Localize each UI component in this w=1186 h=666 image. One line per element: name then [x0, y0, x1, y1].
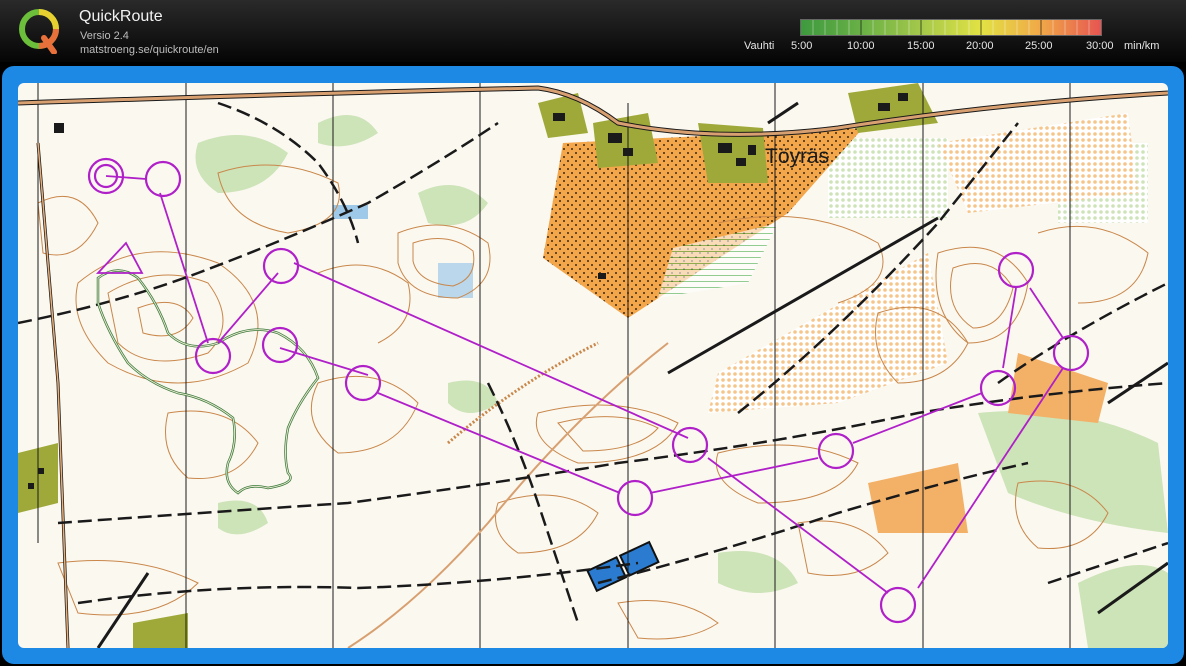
- pace-tick-5: 25:00: [1025, 40, 1053, 52]
- quickroute-logo: [19, 9, 59, 54]
- pace-tick-2: 10:00: [847, 40, 875, 52]
- pace-unit: min/km: [1124, 40, 1160, 52]
- control-circle[interactable]: [817, 432, 855, 470]
- control-circle[interactable]: [616, 479, 654, 517]
- green-dotted-area: [828, 138, 948, 218]
- map-canvas: [18, 83, 1168, 648]
- control-circle[interactable]: [879, 586, 917, 624]
- control-circle[interactable]: [671, 426, 709, 464]
- top-bar: QuickRoute Versio 2.4 matstroeng.se/quic…: [0, 0, 1186, 62]
- app-url[interactable]: matstroeng.se/quickroute/en: [80, 44, 219, 56]
- control-circle[interactable]: [344, 364, 382, 402]
- control-circle[interactable]: [144, 160, 182, 198]
- control-circle[interactable]: [997, 251, 1035, 289]
- gps-route: [96, 269, 320, 495]
- pace-tick-1: 5:00: [791, 40, 813, 52]
- app-title: QuickRoute: [79, 8, 163, 25]
- pace-tick-3: 15:00: [907, 40, 935, 52]
- rough-open-land: [868, 463, 968, 533]
- control-circle[interactable]: [1052, 334, 1090, 372]
- place-name-label: Töyräs: [765, 145, 830, 168]
- start-triangle: [95, 241, 144, 274]
- pace-color-scale: [800, 19, 1102, 36]
- pace-label: Vauhti: [744, 40, 775, 52]
- pace-tick-4: 20:00: [966, 40, 994, 52]
- pace-tick-6: 30:00: [1086, 40, 1114, 52]
- app-version: Versio 2.4: [80, 30, 129, 42]
- control-circle[interactable]: [262, 247, 300, 285]
- orienteering-map[interactable]: Töyräs: [18, 83, 1168, 648]
